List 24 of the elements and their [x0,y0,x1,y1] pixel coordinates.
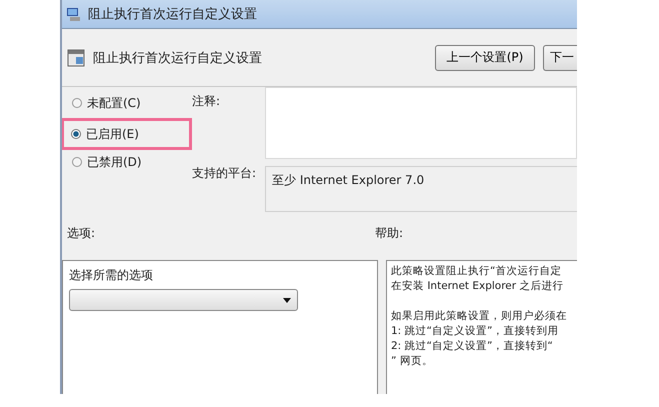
platform-field: 至少 Internet Explorer 7.0 [265,166,577,212]
radio-option[interactable]: 已启用(E) [71,126,139,142]
platform-label: 支持的平台: [192,165,258,182]
nav-button[interactable]: 下一 [543,44,577,70]
help-text: 此策略设置阻止执行“首次运行自定 [391,265,562,277]
options-dropdown[interactable] [69,289,298,311]
window-title: 阻止执行首次运行自定义设置 [88,6,257,23]
radio-option[interactable]: 已禁用(D) [72,154,142,170]
options-label: 选项: [66,225,96,242]
help-text: ” 网页。 [391,355,433,367]
help-text: 如果启用此策略设置，则用户必须在 [391,310,567,322]
help-text: 1: 跳过“自定义设置”，直接转到用 [391,325,558,337]
comment-label: 注释: [192,93,222,110]
caret-icon [283,298,291,302]
comment-field[interactable] [265,87,577,159]
options-prompt: 选择所需的选项 [69,267,154,284]
radio-option[interactable]: 未配置(C) [72,94,141,112]
setting-title: 阻止执行首次运行自定义设置 [93,50,262,66]
nav-button[interactable]: 上一个设置(P) [435,44,535,70]
help-text: 2: 跳过“自定义设置”，直接转到“ [391,340,553,352]
computer-icon [66,6,82,22]
help-label: 帮助: [375,225,404,242]
policy-icon [67,48,85,66]
help-text: 在安装 Internet Explorer 之后进行 [391,280,564,292]
